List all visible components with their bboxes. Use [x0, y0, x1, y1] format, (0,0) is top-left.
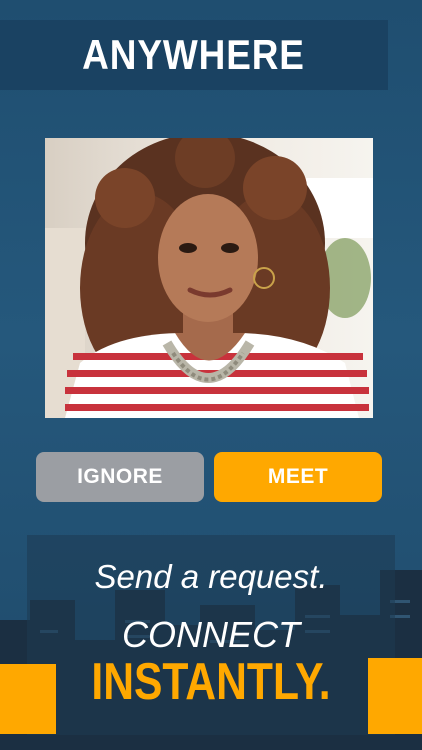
ignore-button[interactable]: IGNORE	[36, 452, 204, 502]
header-banner: ANYWHERE	[0, 20, 388, 90]
meet-button[interactable]: MEET	[214, 452, 382, 502]
page-title: ANYWHERE	[82, 31, 306, 78]
promo-headline-connect: CONNECT	[122, 614, 300, 655]
promo-headline-instantly: INSTANTLY.	[91, 653, 331, 711]
profile-photo-illustration	[45, 138, 373, 418]
promo-tagline: Send a request.	[94, 558, 328, 595]
profile-photo	[45, 138, 373, 418]
